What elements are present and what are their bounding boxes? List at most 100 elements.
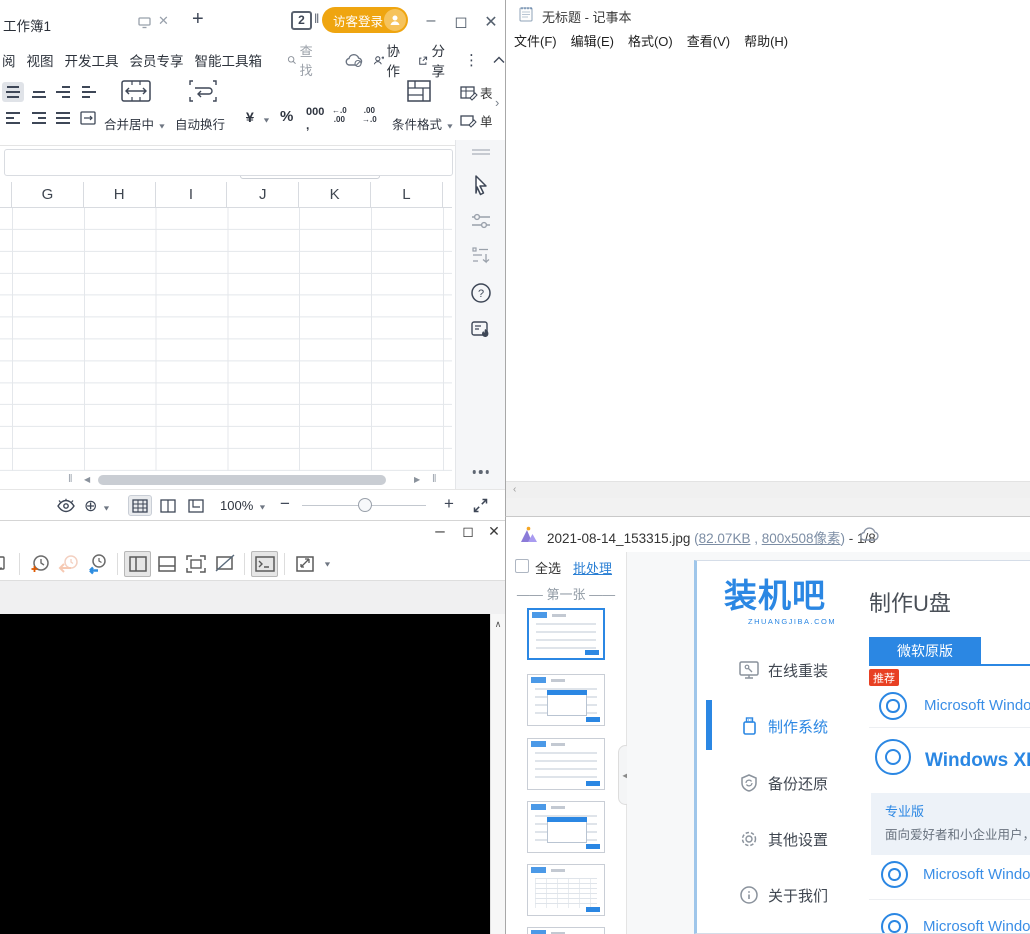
maximize-button[interactable]: ◻ [456, 523, 480, 540]
justify-icon[interactable] [52, 108, 74, 128]
close-button[interactable]: ✕ [484, 523, 504, 540]
thumbnail-3[interactable] [527, 738, 605, 790]
zoom-out-button[interactable]: − [280, 494, 290, 514]
wrap-text-button[interactable]: 自动换行 [175, 114, 225, 133]
column-header[interactable]: H [84, 182, 156, 207]
hot-recommend-icon[interactable] [470, 318, 492, 340]
batch-process-link[interactable]: 批处理 [573, 558, 612, 577]
document-tab[interactable]: 工作簿1 [3, 15, 51, 35]
menu-view[interactable]: 视图 [27, 50, 54, 70]
thumbnail-2[interactable] [527, 674, 605, 726]
menu-edit[interactable]: 编辑(E) [571, 31, 614, 50]
decrease-decimal-button[interactable]: ←.0 .00 [332, 106, 347, 124]
menu-file[interactable]: 文件(F) [514, 31, 557, 50]
vm-titlebar[interactable]: – ◻ ✕ [0, 521, 505, 548]
show-library-icon[interactable] [124, 551, 151, 577]
page-break-view-button[interactable] [184, 495, 208, 516]
menu-help[interactable]: 帮助(H) [744, 31, 788, 50]
hscroll-thumb[interactable] [98, 475, 386, 485]
text-orientation-icon[interactable] [78, 108, 100, 128]
filesize-link[interactable]: 82.07KB [699, 531, 751, 546]
new-tab-button[interactable]: + [192, 8, 204, 31]
cloud-sync-icon[interactable] [344, 53, 363, 67]
currency-format-button[interactable]: ¥ [246, 109, 254, 125]
dimensions-link[interactable]: 800x508像素 [762, 531, 841, 546]
fullscreen-mode-icon[interactable] [182, 551, 209, 577]
normal-view-button[interactable] [128, 495, 152, 516]
splitter-handle[interactable]: ‖ [432, 473, 437, 485]
selection-mode-caret[interactable]: ▼ [102, 504, 111, 512]
column-header[interactable]: K [299, 182, 371, 207]
take-snapshot-icon[interactable] [26, 551, 53, 577]
cursor-select-icon[interactable] [471, 174, 491, 198]
notepad-text-area[interactable] [506, 52, 1030, 481]
increase-indent-icon[interactable] [78, 82, 100, 102]
scroll-left-icon[interactable]: ◀ [84, 475, 90, 484]
page-layout-view-button[interactable] [156, 495, 180, 516]
menu-format[interactable]: 格式(O) [628, 31, 673, 50]
maximize-button[interactable]: ◻ [450, 12, 472, 32]
spreadsheet-grid[interactable] [0, 208, 452, 471]
notepad-titlebar[interactable]: 无标题 - 记事本 [506, 0, 1030, 28]
viewer-titlebar[interactable]: 2021-08-14_153315.jpg (82.07KB , 800x508… [506, 517, 1030, 552]
console-icon[interactable] [251, 551, 278, 577]
close-button[interactable]: ✕ [480, 12, 502, 32]
zoom-caret-icon[interactable]: ▼ [258, 503, 267, 511]
percent-format-button[interactable]: % [280, 108, 293, 125]
selection-mode-icon[interactable]: ⊕ [84, 496, 97, 516]
revert-snapshot-icon[interactable] [55, 551, 82, 577]
cloud-icon[interactable] [858, 526, 880, 542]
column-header[interactable]: I [156, 182, 228, 207]
tab-close-icon[interactable]: ✕ [158, 13, 169, 29]
table-style-button[interactable]: 表 [460, 83, 493, 102]
vm-vscrollbar[interactable]: ∧ [490, 614, 505, 934]
menu-smart-toolbox[interactable]: 智能工具箱 [195, 50, 263, 70]
merge-center-button[interactable]: 合并居中 ▼ [104, 114, 166, 133]
show-thumbnail-bar-icon[interactable] [153, 551, 180, 577]
align-center-icon[interactable] [2, 82, 24, 102]
thumbnail-6[interactable] [527, 927, 605, 934]
menu-review[interactable]: 阅 [2, 50, 16, 70]
cell-style-button[interactable]: 单 [460, 111, 493, 130]
vm-screen[interactable] [0, 614, 490, 934]
align-bottom-icon[interactable] [28, 82, 50, 102]
thumbnail-4[interactable] [527, 801, 605, 853]
thousands-format-button[interactable]: 000, [306, 106, 324, 132]
fit-window-caret-icon[interactable]: ▼ [323, 560, 332, 568]
sheet-hscrollbar[interactable]: ‖ ◀ ▶ ‖ [0, 472, 452, 489]
drag-handle-icon[interactable] [471, 148, 491, 156]
select-all-checkbox[interactable] [515, 559, 529, 573]
zoom-level-value[interactable]: 100% [220, 498, 253, 513]
menu-devtools[interactable]: 开发工具 [65, 50, 119, 70]
scroll-left-icon[interactable]: ‹ [513, 484, 516, 495]
send-key-icon[interactable] [0, 551, 13, 577]
wrap-text-icon[interactable] [188, 79, 218, 103]
menu-view[interactable]: 查看(V) [687, 31, 730, 50]
find-button[interactable]: 查找 [287, 41, 318, 79]
more-menu-icon[interactable]: ⋮ [464, 51, 479, 69]
share-button[interactable]: 分享 [418, 40, 450, 80]
conditional-format-icon[interactable] [406, 79, 432, 103]
minimize-button[interactable]: – [428, 521, 452, 541]
decrease-indent-icon[interactable] [52, 82, 74, 102]
window-list-icon[interactable]: ‖ [314, 11, 319, 26]
manage-snapshots-icon[interactable] [84, 551, 111, 577]
column-header[interactable]: G [12, 182, 84, 207]
fit-window-icon[interactable] [291, 551, 318, 577]
unity-mode-icon[interactable] [211, 551, 238, 577]
notepad-hscrollbar[interactable]: ‹ [506, 481, 1030, 498]
preview-image[interactable]: 装机吧 ZHUANGJIBA.COM 制作U盘 微软原版 推荐 Microsof… [694, 560, 1030, 934]
scroll-up-icon[interactable]: ∧ [495, 619, 502, 629]
align-right-icon[interactable] [28, 108, 50, 128]
column-header[interactable]: J [227, 182, 299, 207]
collaborate-button[interactable]: 协作 [373, 40, 406, 80]
tab-monitor-icon[interactable] [138, 17, 151, 29]
thumbnail-5[interactable] [527, 864, 605, 916]
currency-caret-icon[interactable]: ▼ [262, 116, 271, 124]
minimize-button[interactable]: – [420, 12, 442, 30]
column-headers[interactable]: G H I J K L [0, 182, 452, 208]
zoom-in-button[interactable]: + [444, 494, 454, 514]
help-icon[interactable]: ? [470, 282, 492, 304]
align-left-icon[interactable] [2, 108, 24, 128]
sliders-icon[interactable] [471, 212, 491, 230]
